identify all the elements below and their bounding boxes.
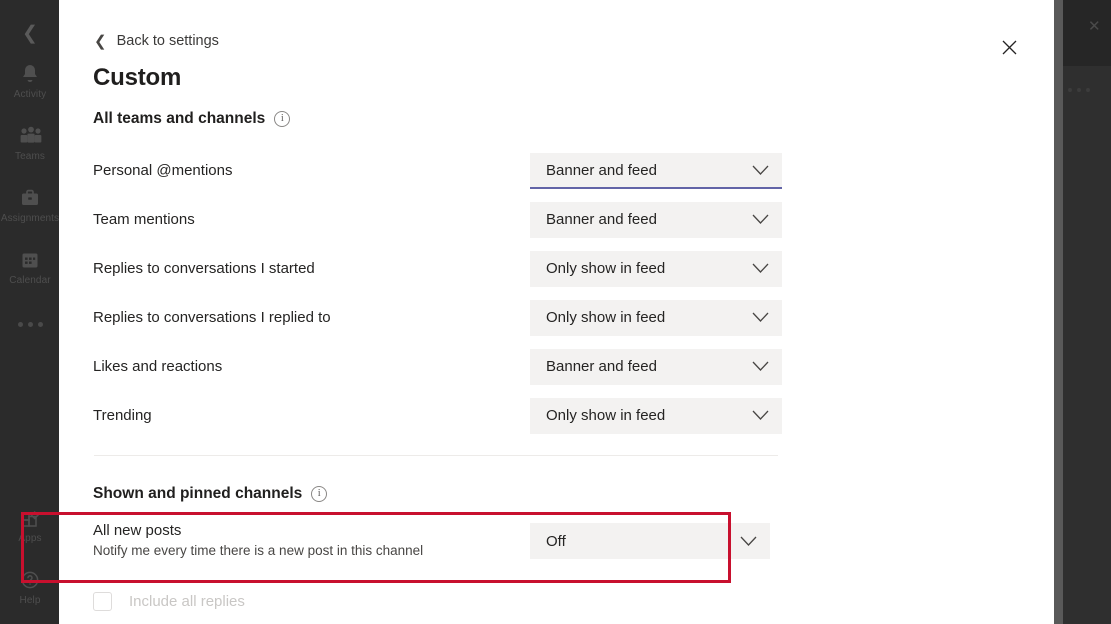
include-all-replies-label: Include all replies (129, 593, 245, 610)
setting-label: Likes and reactions (93, 358, 222, 375)
notification-settings-list: Personal @mentions Banner and feed Team … (59, 146, 1054, 440)
rail-back-icon[interactable]: ❮ (10, 16, 50, 50)
more-dots-icon (28, 322, 33, 327)
setting-dropdown-team-mentions[interactable]: Banner and feed (530, 202, 782, 238)
setting-label: Team mentions (93, 211, 195, 228)
sidebar-item-activity[interactable]: Activity (0, 50, 60, 112)
sidebar-item-teams[interactable]: Teams (0, 112, 60, 174)
chevron-down-icon (752, 165, 769, 176)
setting-row: Trending Only show in feed (59, 391, 1054, 440)
more-dots-icon (38, 322, 43, 327)
sidebar-label-calendar: Calendar (9, 275, 50, 286)
setting-label: Replies to conversations I started (93, 260, 315, 277)
setting-label: Replies to conversations I replied to (93, 309, 331, 326)
pinned-setting-row: All new posts Notify me every time there… (93, 522, 423, 558)
background-right-topbar (1063, 0, 1111, 66)
sidebar-label-activity: Activity (14, 89, 46, 100)
section-heading-all-teams: All teams and channels i (93, 110, 290, 128)
chevron-down-icon (752, 312, 769, 323)
pinned-setting-subtitle: Notify me every time there is a new post… (93, 543, 423, 558)
app-window: ❮ Activity (0, 0, 1111, 624)
chevron-left-icon: ❮ (94, 34, 107, 49)
setting-row: Personal @mentions Banner and feed (59, 146, 1054, 195)
setting-dropdown-trending[interactable]: Only show in feed (530, 398, 782, 434)
sidebar-item-calendar[interactable]: Calendar (0, 236, 60, 298)
setting-dropdown-replies-started[interactable]: Only show in feed (530, 251, 782, 287)
chevron-down-icon (752, 263, 769, 274)
close-icon (1002, 40, 1017, 55)
setting-row: Replies to conversations I started Only … (59, 244, 1054, 293)
briefcase-icon (17, 186, 43, 210)
sidebar-item-help[interactable]: Help (0, 556, 60, 618)
more-dots-icon (18, 322, 23, 327)
setting-row: Team mentions Banner and feed (59, 195, 1054, 244)
help-icon (17, 568, 43, 592)
chevron-down-icon (752, 214, 769, 225)
chevron-down-icon (740, 536, 757, 547)
apps-icon (17, 506, 43, 530)
section-heading-label: Shown and pinned channels (93, 485, 302, 503)
section-heading-shown-pinned: Shown and pinned channels i (93, 485, 327, 503)
setting-dropdown-likes-reactions[interactable]: Banner and feed (530, 349, 782, 385)
dropdown-value: Only show in feed (546, 407, 665, 424)
sidebar-label-help: Help (20, 595, 41, 606)
info-icon[interactable]: i (311, 486, 327, 502)
info-icon[interactable]: i (274, 111, 290, 127)
section-divider (94, 455, 778, 456)
background-right-panel (1063, 0, 1111, 624)
dropdown-value: Banner and feed (546, 162, 657, 179)
sidebar-label-teams: Teams (15, 151, 45, 162)
sidebar-item-apps[interactable]: Apps (0, 494, 60, 556)
dropdown-value: Off (546, 533, 566, 550)
setting-row: Likes and reactions Banner and feed (59, 342, 1054, 391)
section-heading-label: All teams and channels (93, 110, 265, 128)
left-app-rail: ❮ Activity (0, 0, 60, 624)
back-to-settings-link[interactable]: ❮ Back to settings (94, 33, 219, 49)
page-title: Custom (93, 64, 181, 92)
pinned-setting-title: All new posts (93, 522, 423, 539)
dropdown-value: Only show in feed (546, 260, 665, 277)
dropdown-value: Banner and feed (546, 211, 657, 228)
sidebar-label-apps: Apps (18, 533, 41, 544)
sidebar-item-more[interactable] (18, 298, 43, 350)
dropdown-value: Only show in feed (546, 309, 665, 326)
calendar-icon (17, 248, 43, 272)
background-overflow-icon[interactable] (1068, 88, 1090, 92)
setting-dropdown-all-new-posts[interactable]: Off (530, 523, 770, 559)
sidebar-label-assignments: Assignments (1, 213, 59, 224)
dropdown-value: Banner and feed (546, 358, 657, 375)
setting-dropdown-personal-mentions[interactable]: Banner and feed (530, 153, 782, 189)
sidebar-item-assignments[interactable]: Assignments (0, 174, 60, 236)
custom-notifications-dialog: ❮ Back to settings Custom All teams and … (59, 0, 1054, 624)
include-all-replies-checkbox[interactable] (93, 592, 112, 611)
back-to-settings-label: Back to settings (117, 33, 219, 49)
background-close-icon[interactable]: ✕ (1088, 19, 1101, 34)
people-icon (17, 124, 43, 148)
chevron-down-icon (752, 361, 769, 372)
chevron-down-icon (752, 410, 769, 421)
setting-label: Personal @mentions (93, 162, 232, 179)
setting-dropdown-replies-replied[interactable]: Only show in feed (530, 300, 782, 336)
bell-icon (17, 62, 43, 86)
close-dialog-button[interactable] (995, 33, 1023, 61)
include-all-replies-row[interactable]: Include all replies (93, 592, 245, 611)
setting-row: Replies to conversations I replied to On… (59, 293, 1054, 342)
setting-label: Trending (93, 407, 152, 424)
